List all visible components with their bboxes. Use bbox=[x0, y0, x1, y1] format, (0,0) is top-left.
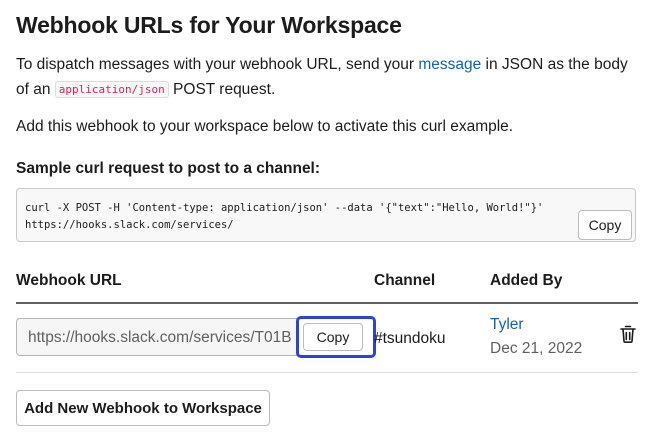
added-by-user-link[interactable]: Tyler bbox=[490, 316, 524, 334]
add-new-webhook-button[interactable]: Add New Webhook to Workspace bbox=[16, 390, 270, 426]
activate-instruction: Add this webhook to your workspace below… bbox=[16, 118, 514, 135]
page-title: Webhook URLs for Your Workspace bbox=[16, 12, 402, 38]
message-link[interactable]: message bbox=[418, 56, 481, 73]
intro-text-3: POST request. bbox=[168, 81, 276, 98]
column-header-added-by: Added By bbox=[490, 272, 563, 289]
intro-paragraph: To dispatch messages with your webhook U… bbox=[16, 52, 638, 103]
curl-code-block: curl -X POST -H 'Content-type: applicati… bbox=[16, 188, 636, 242]
curl-line-1: curl -X POST -H 'Content-type: applicati… bbox=[25, 202, 544, 214]
content-type-code: application/json bbox=[54, 81, 169, 98]
copy-curl-button[interactable]: Copy bbox=[578, 210, 632, 240]
webhook-url-value: https://hooks.slack.com/services/T01B bbox=[28, 329, 292, 346]
copy-webhook-url-button[interactable]: Copy bbox=[303, 323, 363, 351]
webhook-url-field[interactable]: https://hooks.slack.com/services/T01B bbox=[16, 318, 328, 356]
table-header-divider bbox=[16, 302, 638, 304]
added-date: Dec 21, 2022 bbox=[490, 340, 583, 357]
column-header-webhook-url: Webhook URL bbox=[16, 272, 122, 289]
intro-text-1: To dispatch messages with your webhook U… bbox=[16, 56, 419, 73]
trash-icon[interactable] bbox=[619, 324, 637, 344]
table-row-divider bbox=[16, 372, 638, 373]
sample-curl-title: Sample curl request to post to a channel… bbox=[16, 160, 321, 177]
curl-code-text: curl -X POST -H 'Content-type: applicati… bbox=[25, 200, 585, 234]
column-header-channel: Channel bbox=[374, 272, 436, 289]
copy-url-focus-ring: Copy bbox=[296, 316, 376, 358]
webhook-channel: #tsundoku bbox=[374, 330, 446, 347]
curl-line-2: https://hooks.slack.com/services/ bbox=[25, 219, 234, 231]
